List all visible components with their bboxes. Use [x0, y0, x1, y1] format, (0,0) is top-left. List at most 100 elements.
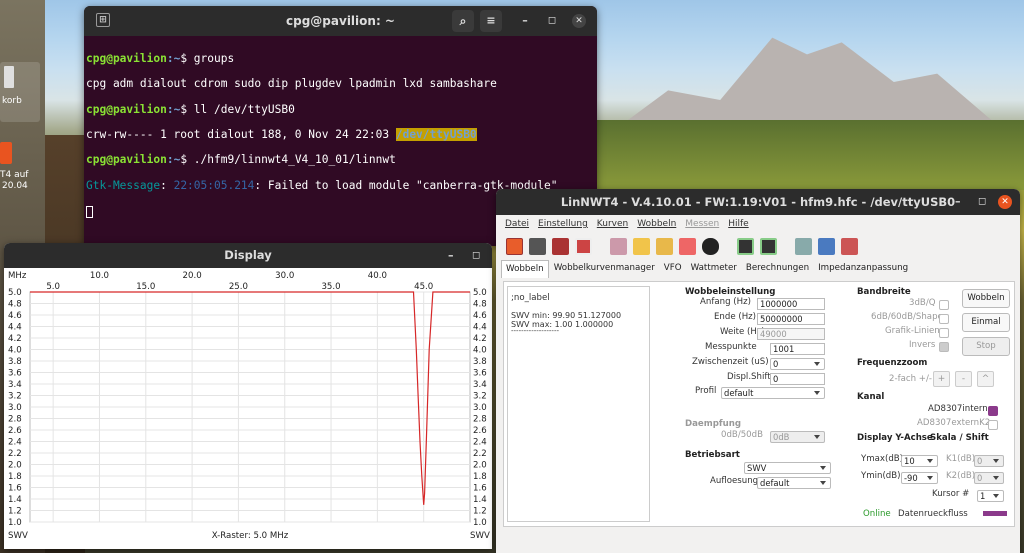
- linnwt-titlebar[interactable]: LinNWT4 - V.4.10.01 - FW:1.19:V01 - hfm9…: [496, 189, 1020, 215]
- ende-input[interactable]: 50000000: [757, 313, 825, 325]
- info-label: ;no_label: [511, 293, 550, 303]
- printer-icon[interactable]: [529, 237, 546, 255]
- weite-input[interactable]: 49000: [757, 328, 825, 340]
- minimize-icon[interactable]: –: [516, 6, 534, 36]
- aufloesung-select[interactable]: default: [757, 477, 831, 489]
- ymin-select[interactable]: -90: [901, 472, 938, 484]
- swr-plot[interactable]: 5.0 5.04.8 4.84.6 4.64.4 4.44.2 4.24.0 4.03.8 3…: [4, 268, 492, 549]
- display-window[interactable]: Display – ◻ 5.0 5.0 4.8 4.8 4.6 4.6 4.4 4.4 4.2 4…: [4, 243, 492, 549]
- ymax-label: Ymax(dB): [861, 454, 904, 464]
- save-icon[interactable]: [818, 237, 835, 255]
- terminal-line: cpg@pavilion:~$ ./hfm9/linnwt4_V4_10_01/…: [86, 153, 595, 167]
- minimize-icon[interactable]: –: [955, 189, 961, 215]
- folder-open-icon[interactable]: [633, 237, 650, 255]
- y-tick-label-right: 4.4: [473, 323, 487, 333]
- intern-label: AD8307intern: [928, 404, 988, 414]
- y-tick-label-right: 3.6: [473, 369, 487, 379]
- betriebsart-select[interactable]: SWV: [744, 462, 831, 474]
- intern-checkbox[interactable]: [988, 406, 998, 416]
- menu-kurven[interactable]: Kurven: [597, 219, 628, 232]
- maximize-icon[interactable]: ◻: [543, 6, 561, 36]
- desktop-icon-label: korb: [2, 96, 22, 106]
- zwischenzeit-select[interactable]: 0: [770, 358, 825, 370]
- y-tick-label-left: 1.6: [8, 484, 22, 494]
- invers-checkbox[interactable]: [939, 342, 949, 352]
- einmal-button[interactable]: Einmal: [962, 313, 1010, 332]
- datenrueckfluss-indicator: [983, 511, 1007, 516]
- zoom-reset-button[interactable]: ^: [977, 371, 994, 387]
- y-tick-label-right: 2.4: [473, 438, 487, 448]
- menu-messen[interactable]: Messen: [685, 219, 719, 232]
- y-tick-label-left: 3.8: [8, 357, 22, 367]
- tab-impedanzanpassung[interactable]: Impedanzanpassung: [814, 260, 912, 278]
- window-title: LinNWT4 - V.4.10.01 - FW:1.19:V01 - hfm9…: [560, 195, 956, 209]
- y-tick-label-right: 1.0: [473, 518, 487, 528]
- window-title: Display: [224, 248, 272, 262]
- wobbeln-button[interactable]: Wobbeln: [962, 289, 1010, 308]
- search-icon[interactable]: ⌕: [452, 10, 474, 32]
- x-tick-label-top: 40.0: [368, 271, 387, 281]
- messpunkte-input[interactable]: 1001: [770, 343, 825, 355]
- menu-datei[interactable]: Datei: [505, 219, 529, 232]
- maximize-icon[interactable]: ◻: [978, 189, 986, 215]
- grafik-label: Grafik-Linien: [885, 326, 940, 336]
- k2-select[interactable]: 0: [974, 472, 1004, 484]
- tab-berechnungen[interactable]: Berechnungen: [742, 260, 813, 278]
- new-tab-icon[interactable]: ⊞: [96, 13, 110, 27]
- anfang-input[interactable]: 1000000: [757, 298, 825, 310]
- close-icon[interactable]: ✕: [572, 14, 586, 28]
- daempfung-select[interactable]: 0dB: [770, 431, 825, 443]
- y-tick-label-left: 4.6: [8, 311, 22, 321]
- document-icon[interactable]: [575, 237, 592, 255]
- pencil-icon[interactable]: [795, 237, 812, 255]
- folder-icon[interactable]: [656, 237, 673, 255]
- minimize-icon[interactable]: –: [448, 243, 454, 268]
- menu-icon[interactable]: ≡: [480, 10, 502, 32]
- x-tick-label-bottom: 25.0: [229, 282, 248, 292]
- menu-wobbeln[interactable]: Wobbeln: [637, 219, 676, 232]
- tab-wattmeter[interactable]: Wattmeter: [687, 260, 741, 278]
- profil-select[interactable]: default: [721, 387, 825, 399]
- tux-icon[interactable]: [702, 237, 719, 255]
- displshift-input[interactable]: 0: [770, 373, 825, 385]
- kursor-label: Kursor #: [932, 489, 970, 499]
- desktop-icon-installer[interactable]: T4 auf 20.04: [0, 142, 40, 197]
- stop-button[interactable]: Stop: [962, 337, 1010, 356]
- kursor-select[interactable]: 1: [977, 490, 1004, 502]
- printer-color-icon[interactable]: [552, 237, 569, 255]
- zoom-plus-button[interactable]: +: [933, 371, 950, 387]
- linnwt-window[interactable]: LinNWT4 - V.4.10.01 - FW:1.19:V01 - hfm9…: [496, 189, 1020, 553]
- y-tick-label-right: 2.0: [473, 461, 487, 471]
- close-icon[interactable]: ✕: [998, 195, 1012, 209]
- terminal-cursor: [86, 206, 93, 219]
- menu-hilfe[interactable]: Hilfe: [728, 219, 748, 232]
- menu-einstellung[interactable]: Einstellung: [538, 219, 588, 232]
- q-checkbox[interactable]: [939, 300, 949, 310]
- maximize-icon[interactable]: ◻: [472, 243, 480, 268]
- power-icon[interactable]: [506, 237, 523, 255]
- curve-load-icon[interactable]: [737, 237, 754, 255]
- y-tick-label-left: 3.4: [8, 380, 22, 390]
- tab-wobbeln[interactable]: Wobbeln: [501, 260, 549, 278]
- prompt-command: $ ll /dev/ttyUSB0: [180, 102, 295, 116]
- k1-select[interactable]: 0: [974, 455, 1004, 467]
- shape-checkbox[interactable]: [939, 314, 949, 324]
- ymax-select[interactable]: 10: [901, 455, 938, 467]
- extern-checkbox[interactable]: [988, 420, 998, 430]
- tab-wobbelkurvenmanager[interactable]: Wobbelkurvenmanager: [550, 260, 659, 278]
- grid-icon[interactable]: [841, 237, 858, 255]
- edit-icon[interactable]: [679, 237, 696, 255]
- tab-vfo[interactable]: VFO: [660, 260, 686, 278]
- k2-label: K2(dB): [946, 471, 976, 481]
- x-tick-label-bottom: 15.0: [136, 282, 155, 292]
- y-tick-label-right: 1.4: [473, 495, 487, 505]
- display-titlebar[interactable]: Display – ◻: [4, 243, 492, 268]
- tools-icon[interactable]: [610, 237, 627, 255]
- zoom-minus-button[interactable]: -: [955, 371, 972, 387]
- curve-save-icon[interactable]: [760, 237, 777, 255]
- invers-label: Invers: [909, 340, 936, 350]
- terminal-titlebar[interactable]: ⊞ cpg@pavilion: ~ ⌕ ≡ – ◻ ✕: [84, 6, 597, 36]
- desktop-icon-trash[interactable]: korb: [0, 62, 40, 122]
- grafik-checkbox[interactable]: [939, 328, 949, 338]
- displshift-label: Displ.Shift: [727, 372, 771, 382]
